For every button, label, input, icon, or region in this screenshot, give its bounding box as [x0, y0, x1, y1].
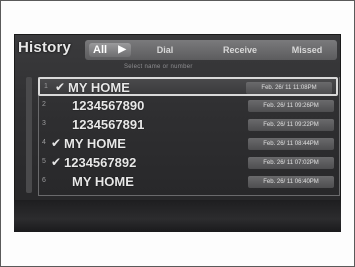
- tab-all-label: All: [93, 44, 108, 56]
- entry-date: Feb. 26/ 11 09:26PM: [248, 100, 334, 112]
- screen-title: History: [18, 39, 72, 56]
- speed-dial-icon: ✔: [50, 155, 62, 169]
- entry-date: Feb. 26/ 11 08:44PM: [248, 138, 334, 150]
- history-entry-1[interactable]: 1 ✔ MY HOME Feb. 26/ 11 11:08PM: [38, 77, 338, 96]
- history-entry-5[interactable]: 5 ✔ 1234567892 Feb. 26/ 11 07:02PM: [38, 154, 338, 173]
- tab-missed[interactable]: Missed: [285, 43, 329, 57]
- entry-name: MY HOME: [68, 80, 130, 95]
- entry-name: 1234567891: [72, 117, 145, 132]
- entry-name: MY HOME: [72, 174, 134, 189]
- speed-dial-icon: ✔: [50, 136, 62, 150]
- history-entry-2[interactable]: 2 1234567890 Feb. 26/ 11 09:26PM: [38, 97, 338, 116]
- entry-name: MY HOME: [64, 136, 126, 151]
- entry-index: 1: [44, 83, 48, 90]
- filter-tab-bar: All ▶ Dial Receive Missed: [85, 40, 337, 60]
- tab-all[interactable]: All ▶: [89, 43, 131, 57]
- bottom-bar: [14, 200, 341, 232]
- tab-receive[interactable]: Receive: [215, 43, 265, 57]
- history-entry-6[interactable]: 6 MY HOME Feb. 26/ 11 06:40PM: [38, 173, 338, 192]
- entry-index: 2: [42, 101, 46, 108]
- speed-dial-icon: ✔: [54, 80, 66, 94]
- history-entry-3[interactable]: 3 1234567891 Feb. 26/ 11 09:22PM: [38, 116, 338, 135]
- entry-name: 1234567890: [72, 98, 145, 113]
- history-entry-4[interactable]: 4 ✔ MY HOME Feb. 26/ 11 08:44PM: [38, 135, 338, 154]
- entry-date: Feb. 26/ 11 07:02PM: [248, 157, 334, 169]
- entry-name: 1234567892: [64, 155, 137, 170]
- entry-date: Feb. 26/ 11 09:22PM: [248, 119, 334, 131]
- entry-index: 3: [42, 120, 46, 127]
- figure-frame: History All ▶ Dial Receive Missed Select…: [0, 0, 355, 267]
- entry-index: 4: [42, 139, 46, 146]
- entry-index: 6: [42, 177, 46, 184]
- screen-subtitle: Select name or number: [124, 64, 193, 70]
- phone-history-screen: History All ▶ Dial Receive Missed Select…: [14, 34, 341, 232]
- entry-date: Feb. 26/ 11 11:08PM: [246, 82, 332, 94]
- scrollbar[interactable]: [26, 77, 32, 193]
- play-arrow-icon: ▶: [118, 44, 126, 55]
- entry-index: 5: [42, 158, 46, 165]
- entry-date: Feb. 26/ 11 06:40PM: [248, 176, 334, 188]
- tab-dial[interactable]: Dial: [147, 43, 183, 57]
